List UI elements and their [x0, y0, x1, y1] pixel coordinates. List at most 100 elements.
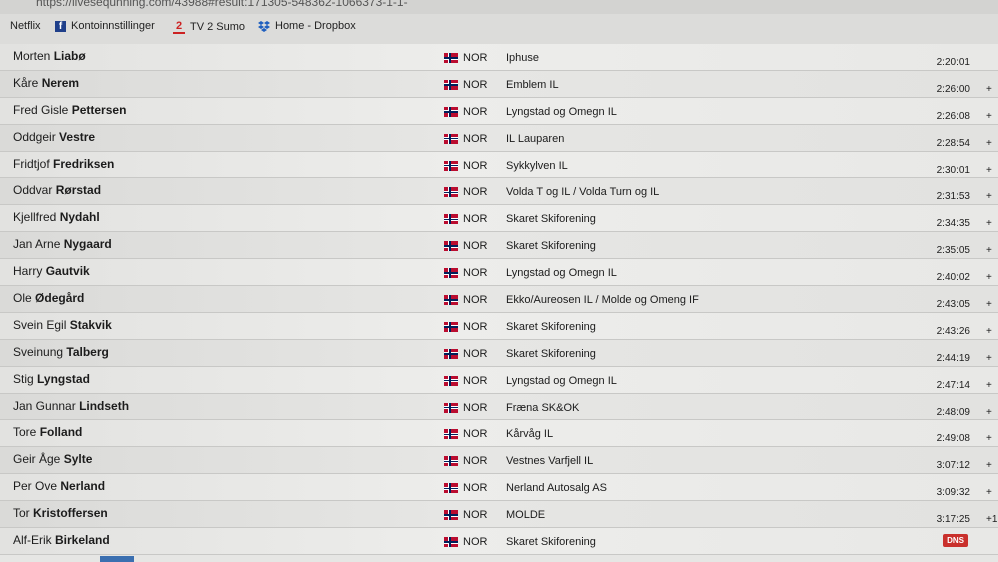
athlete-name[interactable]: Fred Gisle Pettersen [13, 103, 126, 117]
nation-code: NOR [463, 213, 488, 226]
athlete-name[interactable]: Ole Ødegård [13, 291, 84, 305]
time-behind: +1 [986, 514, 998, 526]
finish-time: 2:47:14 [936, 379, 970, 391]
athlete-name[interactable]: Stig Lyngstad [13, 372, 90, 386]
table-row[interactable]: Kåre Nerem NOR Emblem IL 2:26:00 + [0, 70, 998, 98]
time-behind: + [986, 110, 992, 122]
last-name: Fredriksen [53, 156, 115, 171]
table-row[interactable]: Geir Åge Sylte NOR Vestnes Varfjell IL 3:07… [0, 447, 998, 475]
finish-time: 2:49:08 [936, 433, 970, 445]
url-text[interactable]: https://livesequnning.com/43988#result:1… [36, 0, 408, 9]
table-row[interactable]: Jan Gunnar Lindseth NOR Fræna SK&OK 2:48:09… [0, 393, 998, 421]
athlete-name[interactable]: Fridtjof Fredriksen [13, 157, 114, 171]
table-row[interactable]: Harry Gautvik NOR Lyngstad og Omegn IL 2:40… [0, 259, 998, 287]
norway-flag-icon [444, 321, 458, 332]
norway-flag-icon [444, 160, 458, 171]
table-row[interactable]: Oddgeir Vestre NOR IL Lauparen 2:28:54 + [0, 124, 998, 152]
norway-flag-icon [444, 456, 458, 467]
athlete-name[interactable]: Geir Åge Sylte [13, 452, 92, 466]
address-bar[interactable]: https://livesequnning.com/43988#result:1… [0, 0, 998, 14]
time-behind: + [986, 272, 992, 284]
nation-code: NOR [463, 52, 488, 64]
bookmark-label: TV 2 Sumo [190, 21, 246, 33]
bookmark-tv2-sumo[interactable]: 2 TV 2 Sumo [173, 20, 245, 34]
athlete-name[interactable]: Oddvar Rørstad [13, 183, 101, 197]
athlete-name[interactable]: Jan Gunnar Lindseth [13, 399, 129, 413]
scroll-indicator [100, 556, 134, 562]
athlete-name[interactable]: Tore Folland [13, 425, 82, 439]
table-row[interactable]: Jan Arne Nygaard NOR Skaret Skiforening 2:3… [0, 232, 998, 260]
norway-flag-icon [444, 241, 458, 252]
nation-code: NOR [463, 159, 488, 172]
table-row[interactable]: Kjellfred Nydahl NOR Skaret Skiforening 2:3… [0, 205, 998, 233]
time-behind: + [986, 352, 992, 364]
finish-time: 2:35:05 [936, 245, 970, 257]
athlete-name[interactable]: Morten Liabø [13, 49, 86, 63]
athlete-name[interactable]: Jan Arne Nygaard [13, 237, 112, 251]
athlete-name[interactable]: Svein Egil Stakvik [13, 318, 112, 332]
first-name: Geir Åge [13, 452, 61, 467]
table-row[interactable]: Stig Lyngstad NOR Lyngstad og Omegn IL 2:47… [0, 366, 998, 394]
first-name: Oddgeir [13, 129, 56, 144]
time-behind: + [986, 299, 992, 311]
time-behind: + [986, 379, 992, 391]
norway-flag-icon [444, 79, 458, 90]
table-row[interactable]: Fridtjof Fredriksen NOR Sykkylven IL 2:30:0… [0, 151, 998, 179]
table-row[interactable]: Fred Gisle Pettersen NOR Lyngstad og Omegn… [0, 97, 998, 125]
table-row[interactable]: Alf-Erik Birkeland NOR Skaret Skiforening D… [0, 528, 998, 555]
athlete-name[interactable]: Oddgeir Vestre [13, 130, 95, 144]
last-name: Folland [39, 425, 83, 440]
bookmark-netflix[interactable]: Netflix [10, 20, 41, 32]
finish-time: 2:44:19 [936, 352, 970, 364]
first-name: Tore [13, 425, 37, 440]
athlete-name[interactable]: Harry Gautvik [13, 264, 90, 278]
table-row[interactable]: Tor Kristoffersen NOR MOLDE 3:17:25 +1 [0, 501, 998, 529]
athlete-name[interactable]: Tor Kristoffersen [13, 506, 108, 520]
first-name: Stig [13, 371, 34, 386]
club-name: Lyngstad og Omegn IL [506, 267, 617, 280]
club-name: Vestnes Varfjell IL [506, 455, 594, 468]
finish-time: 2:30:01 [936, 164, 970, 176]
nation-code: NOR [463, 428, 488, 441]
table-row[interactable]: Morten Liabø NOR Iphuse 2:20:01 [0, 44, 998, 71]
athlete-name[interactable]: Kåre Nerem [13, 76, 79, 90]
norway-flag-icon [444, 537, 458, 548]
table-row[interactable]: Per Ove Nerland NOR Nerland Autosalg AS 3:0… [0, 474, 998, 502]
first-name: Jan Gunnar [13, 398, 76, 413]
first-name: Kjellfred [13, 210, 57, 225]
first-name: Jan Arne [13, 237, 61, 252]
table-row[interactable]: Svein Egil Stakvik NOR Skaret Skiforening 2… [0, 312, 998, 340]
last-name: Rørstad [55, 183, 102, 198]
last-name: Talberg [66, 344, 109, 359]
athlete-name[interactable]: Sveinung Talberg [13, 345, 109, 359]
norway-flag-icon [444, 187, 458, 198]
norway-flag-icon [444, 106, 458, 117]
status-badge: DNS [943, 534, 968, 548]
athlete-name[interactable]: Per Ove Nerland [13, 479, 105, 493]
table-row[interactable]: Sveinung Talberg NOR Skaret Skiforening 2:4… [0, 339, 998, 367]
finish-time: 3:07:12 [936, 460, 970, 472]
finish-time: 2:20:01 [936, 57, 970, 68]
bookmark-dropbox[interactable]: Home - Dropbox [258, 20, 356, 32]
nation-code: NOR [463, 455, 488, 468]
last-name: Nerem [41, 75, 80, 90]
nation-code: NOR [463, 401, 488, 414]
first-name: Svein Egil [13, 317, 67, 332]
bookmark-kontoinnstillinger[interactable]: f Kontoinnstillinger [55, 20, 155, 32]
bookmark-label: Home - Dropbox [275, 20, 356, 32]
facebook-icon: f [55, 20, 66, 32]
table-row[interactable]: Oddvar Rørstad NOR Volda T og IL / Volda T… [0, 178, 998, 206]
norway-flag-icon [444, 214, 458, 225]
club-name: Skaret Skiforening [506, 213, 596, 226]
finish-time: 2:48:09 [936, 406, 970, 418]
athlete-name[interactable]: Kjellfred Nydahl [13, 210, 100, 224]
table-row[interactable]: Tore Folland NOR Kårvåg IL 2:49:08 + [0, 420, 998, 448]
last-name: Stakvik [69, 317, 112, 332]
club-name: Skaret Skiforening [506, 347, 596, 360]
table-row[interactable]: Ole Ødegård NOR Ekko/Aureosen IL / Molde o… [0, 286, 998, 313]
time-behind: + [986, 191, 992, 203]
club-name: Sykkylven IL [506, 159, 568, 172]
athlete-name[interactable]: Alf-Erik Birkeland [13, 533, 110, 547]
finish-time: 2:31:53 [936, 191, 970, 203]
time-behind: + [986, 487, 992, 499]
